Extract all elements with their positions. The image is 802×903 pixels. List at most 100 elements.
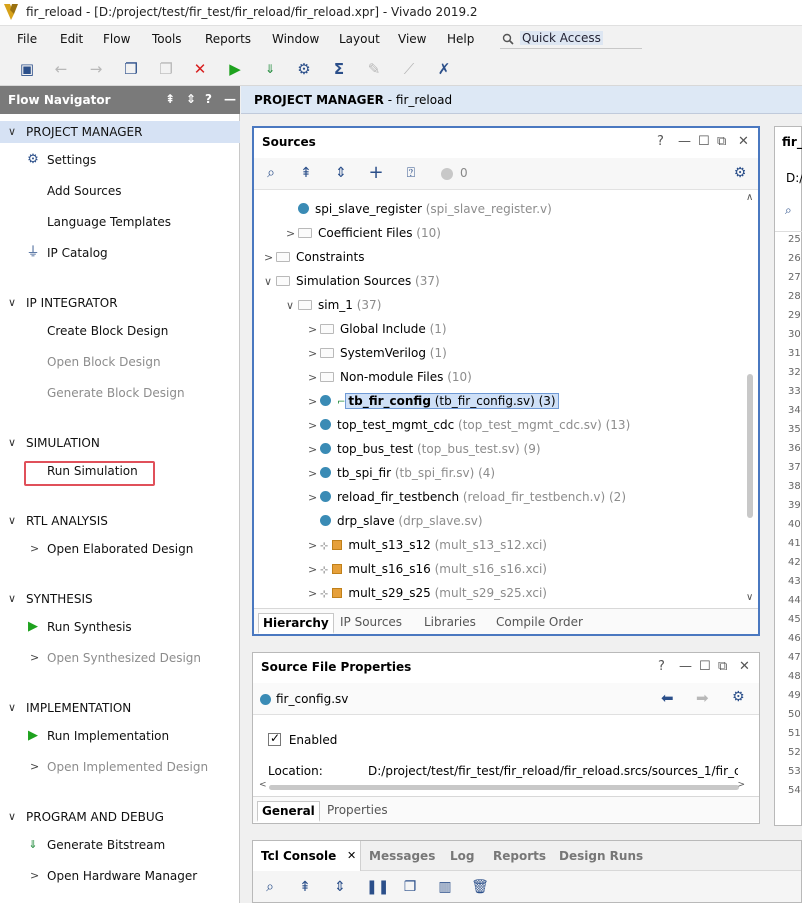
quick-access-input[interactable]: Quick Access [520,31,603,45]
nav-generate-bitstream[interactable]: ⇓ Generate Bitstream [0,834,240,856]
help-icon[interactable]: ? [205,92,212,106]
tree-row[interactable]: ∨ Simulation Sources (37) [264,274,440,296]
sources-scrollbar[interactable]: ∧ ∨ [745,192,757,606]
sigma-report-icon[interactable]: Σ [330,60,348,78]
run-icon[interactable]: ▶ [226,60,244,78]
nav-open-synthesized-design[interactable]: > Open Synthesized Design [0,647,240,669]
horizontal-scrollbar[interactable]: < > [259,780,745,791]
expand-all-icon[interactable]: ⇕ [331,879,349,895]
scroll-up-icon[interactable]: ∧ [746,192,753,203]
scroll-thumb[interactable] [269,785,739,790]
tab-ip-sources[interactable]: IP Sources [336,613,406,631]
nav-ip-catalog[interactable]: ⏚ IP Catalog [0,242,240,264]
section-program-and-debug[interactable]: ∨ PROGRAM AND DEBUG [0,806,240,828]
restore-icon[interactable]: ☐ [699,659,711,674]
copy-icon[interactable]: ❐ [401,879,419,895]
copy-icon[interactable]: ❐ [122,60,140,78]
nav-add-sources[interactable]: Add Sources [0,180,240,202]
tab-properties[interactable]: Properties [323,801,392,819]
open-project-icon[interactable]: ▣ [18,60,36,78]
expand-all-icon[interactable]: ⇕ [332,165,350,181]
tab-compile-order[interactable]: Compile Order [492,613,587,631]
section-ip-integrator[interactable]: ∨ IP INTEGRATOR [0,292,240,314]
tree-row[interactable]: > Non-module Files (10) [308,370,472,392]
tree-row[interactable]: > ⊹ mult_s16_s16 (mult_s16_s16.xci) [308,562,547,584]
tab-log[interactable]: Log [450,849,474,863]
help-icon[interactable]: ? [658,659,665,674]
menu-help[interactable]: Help [447,32,474,46]
tab-messages[interactable]: Messages [369,849,435,863]
menu-window[interactable]: Window [272,32,319,46]
tree-row[interactable]: > ⊹ mult_s13_s12 (mult_s13_s12.xci) [308,538,547,560]
nav-create-block-design[interactable]: Create Block Design [0,320,240,342]
search-icon[interactable]: ⌕ [785,203,792,218]
nav-open-implemented-design[interactable]: > Open Implemented Design [0,756,240,778]
disabled-probe-icon[interactable]: ⟋ [400,60,418,78]
tab-design-runs[interactable]: Design Runs [559,849,643,863]
tree-row[interactable]: > reload_fir_testbench (reload_fir_testbe… [308,490,626,512]
tree-row[interactable]: > Constraints [264,250,364,272]
restore-icon[interactable]: ☐ [698,134,710,149]
tree-row[interactable]: > SystemVerilog (1) [308,346,447,368]
add-icon[interactable]: + [367,162,385,183]
scroll-right-icon[interactable]: > [737,780,745,790]
nav-run-synthesis[interactable]: ▶ Run Synthesis [0,616,240,638]
section-synthesis[interactable]: ∨ SYNTHESIS [0,588,240,610]
enabled-checkbox[interactable]: ✓ [268,731,281,746]
tree-row[interactable]: > top_test_mgmt_cdc (top_test_mgmt_cdc.sv… [308,418,630,440]
tree-row[interactable]: > ⊹ mult_s29_s25 (mult_s29_s25.xci) [308,586,547,608]
tab-tcl-console[interactable]: Tcl Console ✕ [253,841,361,871]
expand-all-icon[interactable]: ⇕ [186,92,196,106]
collapse-all-icon[interactable]: ⇞ [296,879,314,895]
properties-icon[interactable]: ⍰ [402,165,420,181]
tree-row[interactable]: > Global Include (1) [308,322,447,344]
nav-open-block-design[interactable]: Open Block Design [0,351,240,373]
section-project-manager[interactable]: ∨ PROJECT MANAGER [0,121,240,143]
forward-arrow-icon[interactable]: ➡ [696,689,709,707]
undo-icon[interactable]: ← [52,60,70,78]
close-icon[interactable]: ✕ [738,134,749,149]
float-icon[interactable]: ⧉ [717,134,726,149]
scroll-left-icon[interactable]: < [259,780,267,790]
tree-row[interactable]: > top_bus_test (top_bus_test.sv) (9) [308,442,541,464]
minimize-icon[interactable]: — [224,92,236,106]
generate-bitstream-icon[interactable]: ⇓ [261,60,279,78]
menu-view[interactable]: View [398,32,426,46]
nav-run-implementation[interactable]: ▶ Run Implementation [0,725,240,747]
quick-access-search[interactable]: Quick Access [500,29,642,49]
minimize-icon[interactable]: — [679,659,692,674]
trash-icon[interactable]: 🗑 [471,879,489,895]
menu-tools[interactable]: Tools [152,32,182,46]
table-icon[interactable]: ▥ [436,879,454,895]
nav-settings[interactable]: ⚙ Settings [0,149,240,171]
menu-flow[interactable]: Flow [103,32,130,46]
debug-probe-icon[interactable]: ✗ [435,60,453,78]
tree-row[interactable]: ∨ sim_1 (37) [286,298,381,320]
tab-libraries[interactable]: Libraries [420,613,480,631]
tree-row[interactable]: > Coefficient Files (10) [286,226,441,248]
menu-layout[interactable]: Layout [339,32,380,46]
close-icon[interactable]: ✕ [347,849,356,862]
settings-gear-icon[interactable]: ⚙ [295,60,313,78]
section-implementation[interactable]: ∨ IMPLEMENTATION [0,697,240,719]
search-icon[interactable]: ⌕ [262,165,280,181]
pause-icon[interactable]: ❚❚ [366,879,389,895]
scroll-thumb[interactable] [747,374,753,518]
tab-hierarchy[interactable]: Hierarchy [258,613,334,634]
tree-row-selected[interactable]: > ⌐ tb_fir_config (tb_fir_config.sv) (3) [308,393,559,416]
nav-generate-block-design[interactable]: Generate Block Design [0,382,240,404]
back-arrow-icon[interactable]: ⬅ [661,689,674,707]
settings-gear-icon[interactable]: ⚙ [732,689,745,705]
redo-icon[interactable]: → [87,60,105,78]
section-rtl-analysis[interactable]: ∨ RTL ANALYSIS [0,510,240,532]
section-simulation[interactable]: ∨ SIMULATION [0,432,240,454]
help-icon[interactable]: ? [657,134,664,149]
tab-reports[interactable]: Reports [493,849,546,863]
float-icon[interactable]: ⧉ [718,659,727,674]
nav-open-elaborated-design[interactable]: > Open Elaborated Design [0,538,240,560]
tab-general[interactable]: General [257,801,320,822]
search-icon[interactable]: ⌕ [261,879,279,895]
scroll-down-icon[interactable]: ∨ [746,592,753,603]
minimize-icon[interactable]: — [678,134,691,149]
collapse-all-icon[interactable]: ⇞ [297,165,315,181]
